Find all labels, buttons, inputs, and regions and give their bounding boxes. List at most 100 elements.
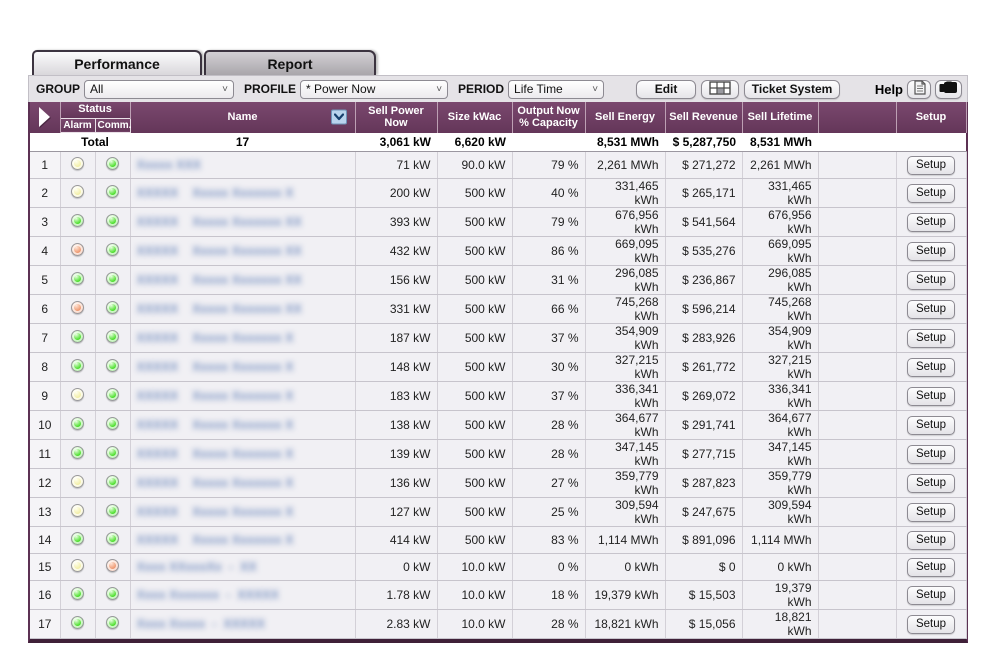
setup-button[interactable]: Setup xyxy=(907,445,955,464)
site-name-link[interactable]: Xxxx Xxxxx - XXXXX xyxy=(130,610,355,639)
comm-status-light xyxy=(106,301,119,314)
sell-energy-value: 669,095 kWh xyxy=(585,237,665,266)
setup-button[interactable]: Setup xyxy=(907,329,955,348)
sell-power-now-value: 136 kW xyxy=(355,469,437,498)
chevron-down-icon: ˅ xyxy=(222,84,228,95)
setup-cell: Setup xyxy=(896,498,966,527)
setup-button[interactable]: Setup xyxy=(907,213,955,232)
profile-select[interactable]: * Power Now ˅ xyxy=(300,80,448,99)
site-name-link[interactable]: XXXXX Xxxxx Xxxxxxx X xyxy=(130,527,355,554)
setup-button[interactable]: Setup xyxy=(907,156,955,175)
site-name-redacted: XXXXX Xxxxx Xxxxxxx X xyxy=(137,418,294,432)
alarm-status-cell xyxy=(60,353,95,382)
output-capacity-value: 37 % xyxy=(512,382,585,411)
setup-button[interactable]: Setup xyxy=(907,503,955,522)
site-name-link[interactable]: XXXXX Xxxxx Xxxxxxx X xyxy=(130,498,355,527)
setup-button[interactable]: Setup xyxy=(907,416,955,435)
comm-status-cell xyxy=(95,469,130,498)
alarm-status-cell xyxy=(60,152,95,179)
grid-view-button[interactable] xyxy=(701,80,739,99)
site-name-link[interactable]: Xxxxx XXX xyxy=(130,152,355,179)
setup-button[interactable]: Setup xyxy=(907,242,955,261)
alarm-status-cell xyxy=(60,527,95,554)
alarm-status-light xyxy=(71,559,84,572)
alarm-status-light xyxy=(71,243,84,256)
setup-button[interactable]: Setup xyxy=(907,184,955,203)
row-number: 8 xyxy=(30,353,60,382)
setup-cell: Setup xyxy=(896,237,966,266)
site-name-link[interactable]: XXXXX Xxxxx Xxxxxxx X xyxy=(130,440,355,469)
setup-button[interactable]: Setup xyxy=(907,271,955,290)
table-row: 13 XXXXX Xxxxx Xxxxxxx X 127 kW 500 kW 2… xyxy=(30,498,966,527)
site-name-link[interactable]: Xxxx XXxxxXx - XX xyxy=(130,554,355,581)
setup-button[interactable]: Setup xyxy=(907,300,955,319)
setup-button[interactable]: Setup xyxy=(907,387,955,406)
sell-revenue-value: $ 15,056 xyxy=(665,610,742,639)
header-arrow-cell[interactable] xyxy=(30,102,60,133)
comm-status-light xyxy=(106,243,119,256)
site-name-link[interactable]: XXXXX Xxxxx Xxxxxxx X xyxy=(130,469,355,498)
setup-button[interactable]: Setup xyxy=(907,615,955,634)
sell-revenue-value: $ 277,715 xyxy=(665,440,742,469)
sell-energy-value: 19,379 kWh xyxy=(585,581,665,610)
sell-lifetime-value: 331,465 kWh xyxy=(742,179,818,208)
site-name-link[interactable]: XXXXX Xxxxx Xxxxxxx X xyxy=(130,382,355,411)
help-document-button[interactable] xyxy=(907,80,931,99)
site-name-link[interactable]: XXXXX Xxxxx Xxxxxxx X xyxy=(130,324,355,353)
header-sell-energy: Sell Energy xyxy=(585,102,665,133)
sell-power-now-value: 393 kW xyxy=(355,208,437,237)
table-row: 17 Xxxx Xxxxx - XXXXX 2.83 kW 10.0 kW 28… xyxy=(30,610,966,639)
comm-status-light xyxy=(106,446,119,459)
sell-power-now-value: 0 kW xyxy=(355,554,437,581)
sell-power-now-value: 331 kW xyxy=(355,295,437,324)
help-video-button[interactable] xyxy=(935,80,962,99)
total-row: Total 17 3,061 kW 6,620 kW 8,531 MWh $ 5… xyxy=(30,133,966,152)
ticket-system-button[interactable]: Ticket System xyxy=(744,80,840,99)
total-row-body: Total 17 3,061 kW 6,620 kW 8,531 MWh $ 5… xyxy=(30,133,966,152)
setup-button[interactable]: Setup xyxy=(907,531,955,550)
site-name-link[interactable]: XXXXX Xxxxx Xxxxxxx XX xyxy=(130,266,355,295)
row-number: 9 xyxy=(30,382,60,411)
tab-performance[interactable]: Performance xyxy=(32,50,202,75)
site-name-redacted: XXXXX Xxxxx Xxxxxxx X xyxy=(137,331,294,345)
row-number: 17 xyxy=(30,610,60,639)
size-kwac-value: 500 kW xyxy=(437,266,512,295)
total-count: 17 xyxy=(130,133,355,152)
setup-cell: Setup xyxy=(896,610,966,639)
sell-power-now-value: 1.78 kW xyxy=(355,581,437,610)
table-row: 3 XXXXX Xxxxx Xxxxxxx XX 393 kW 500 kW 7… xyxy=(30,208,966,237)
table-row: 1 Xxxxx XXX 71 kW 90.0 kW 79 % 2,261 MWh… xyxy=(30,152,966,179)
setup-button[interactable]: Setup xyxy=(907,358,955,377)
sell-lifetime-value: 669,095 kWh xyxy=(742,237,818,266)
setup-button[interactable]: Setup xyxy=(907,474,955,493)
site-name-link[interactable]: XXXXX Xxxxx Xxxxxxx X xyxy=(130,179,355,208)
comm-status-light xyxy=(106,388,119,401)
setup-button[interactable]: Setup xyxy=(907,558,955,577)
right-arrow-icon xyxy=(39,107,50,127)
site-name-link[interactable]: XXXXX Xxxxx Xxxxxxx XX xyxy=(130,237,355,266)
comm-status-cell xyxy=(95,498,130,527)
site-name-link[interactable]: XXXXX Xxxxx Xxxxxxx X xyxy=(130,353,355,382)
site-name-link[interactable]: Xxxx Xxxxxxx - XXXXX xyxy=(130,581,355,610)
group-select[interactable]: All ˅ xyxy=(84,80,234,99)
comm-status-cell xyxy=(95,610,130,639)
name-sort-button[interactable] xyxy=(331,110,347,125)
tab-report[interactable]: Report xyxy=(204,50,376,75)
sell-power-now-value: 156 kW xyxy=(355,266,437,295)
table-row: 15 Xxxx XXxxxXx - XX 0 kW 10.0 kW 0 % 0 … xyxy=(30,554,966,581)
sell-power-now-value: 200 kW xyxy=(355,179,437,208)
sell-lifetime-value: 309,594 kWh xyxy=(742,498,818,527)
size-kwac-value: 90.0 kW xyxy=(437,152,512,179)
period-select[interactable]: Life Time ˅ xyxy=(508,80,604,99)
site-name-link[interactable]: XXXXX Xxxxx Xxxxxxx X xyxy=(130,411,355,440)
comm-status-light xyxy=(106,559,119,572)
sell-revenue-value: $ 265,171 xyxy=(665,179,742,208)
edit-button[interactable]: Edit xyxy=(636,80,696,99)
setup-cell: Setup xyxy=(896,382,966,411)
site-name-redacted: XXXXX Xxxxx Xxxxxxx XX xyxy=(137,244,302,258)
site-name-link[interactable]: XXXXX Xxxxx Xxxxxxx XX xyxy=(130,295,355,324)
sell-revenue-value: $ 535,276 xyxy=(665,237,742,266)
sell-energy-value: 347,145 kWh xyxy=(585,440,665,469)
setup-button[interactable]: Setup xyxy=(907,586,955,605)
site-name-link[interactable]: XXXXX Xxxxx Xxxxxxx XX xyxy=(130,208,355,237)
